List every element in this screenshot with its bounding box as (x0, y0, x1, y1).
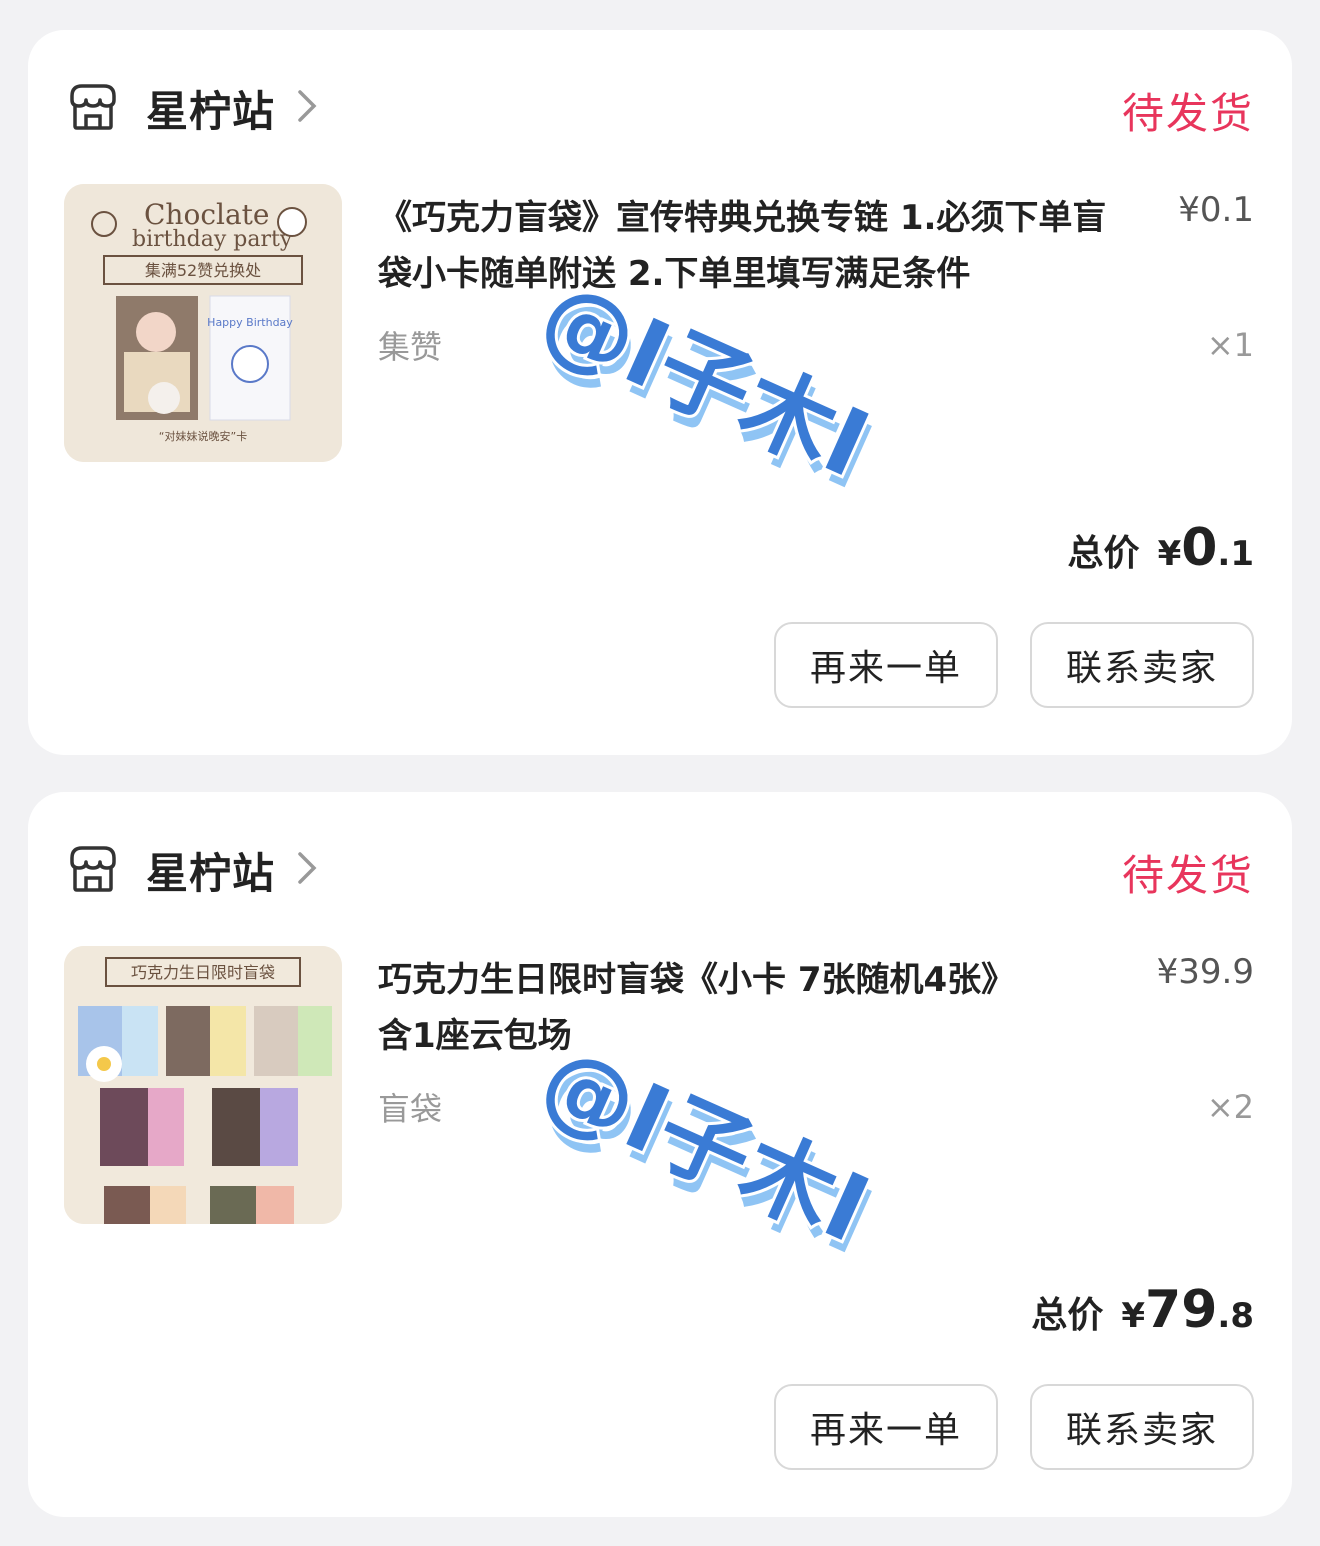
product-title[interactable]: 巧克力生日限时盲袋《小卡 7张随机4张》含1座云包场 (378, 952, 1038, 1064)
total-label: 总价 (1067, 533, 1140, 574)
rebuy-button[interactable]: 再来一单 (774, 1384, 998, 1470)
product-image: 巧克力生日限时盲袋 (64, 946, 342, 1224)
order-total: 总价 ¥79.8 (1031, 1280, 1254, 1340)
order-status: 待发货 (1121, 851, 1254, 900)
thumb-line2: birthday party (132, 227, 293, 252)
product-title[interactable]: 《巧克力盲袋》宣传特典兑换专链 1.必须下单盲袋小卡随单附送 2.下单里填写满足… (378, 190, 1128, 302)
total-currency: ¥ (1157, 534, 1182, 574)
product-price: ¥39.9 (1156, 952, 1254, 992)
order-card: 星柠站 待发货 Choclate birthday party 集满52赞兑换处… (28, 30, 1292, 755)
shop-name[interactable]: 星柠站 (146, 840, 275, 901)
product-image: Choclate birthday party 集满52赞兑换处 Happy B… (64, 184, 342, 462)
product-thumbnail[interactable]: 巧克力生日限时盲袋 (64, 946, 342, 1224)
product-sku: 盲袋 (378, 1090, 443, 1128)
thumb-card-text: Happy Birthday (207, 316, 293, 329)
chevron-right-icon[interactable] (296, 88, 318, 124)
contact-seller-button[interactable]: 联系卖家 (1030, 622, 1254, 708)
thumb-caption: “对妹妹说晚安”卡 (159, 429, 247, 443)
shop-icon[interactable] (66, 844, 120, 894)
total-integer: 79 (1145, 1280, 1218, 1340)
total-integer: 0 (1181, 518, 1218, 578)
total-decimal: .1 (1217, 534, 1254, 574)
total-decimal: .8 (1217, 1296, 1254, 1336)
shop-icon[interactable] (66, 82, 120, 132)
rebuy-button[interactable]: 再来一单 (774, 622, 998, 708)
contact-seller-button[interactable]: 联系卖家 (1030, 1384, 1254, 1470)
order-card: 星柠站 待发货 巧克力生日限时盲袋 巧克力生日限时盲袋《小卡 7张随机4张》含1… (28, 792, 1292, 1517)
product-thumbnail[interactable]: Choclate birthday party 集满52赞兑换处 Happy B… (64, 184, 342, 462)
shop-name[interactable]: 星柠站 (146, 78, 275, 139)
order-total: 总价 ¥0.1 (1068, 518, 1254, 578)
product-sku: 集赞 (378, 328, 443, 366)
total-currency: ¥ (1121, 1296, 1146, 1336)
thumb-banner: 集满52赞兑换处 (145, 261, 261, 280)
chevron-right-icon[interactable] (296, 850, 318, 886)
thumb-banner: 巧克力生日限时盲袋 (131, 963, 275, 982)
order-status: 待发货 (1121, 89, 1254, 138)
product-price: ¥0.1 (1178, 190, 1254, 230)
product-quantity: ×2 (1206, 1088, 1254, 1126)
total-label: 总价 (1031, 1295, 1104, 1336)
product-quantity: ×1 (1206, 326, 1254, 364)
